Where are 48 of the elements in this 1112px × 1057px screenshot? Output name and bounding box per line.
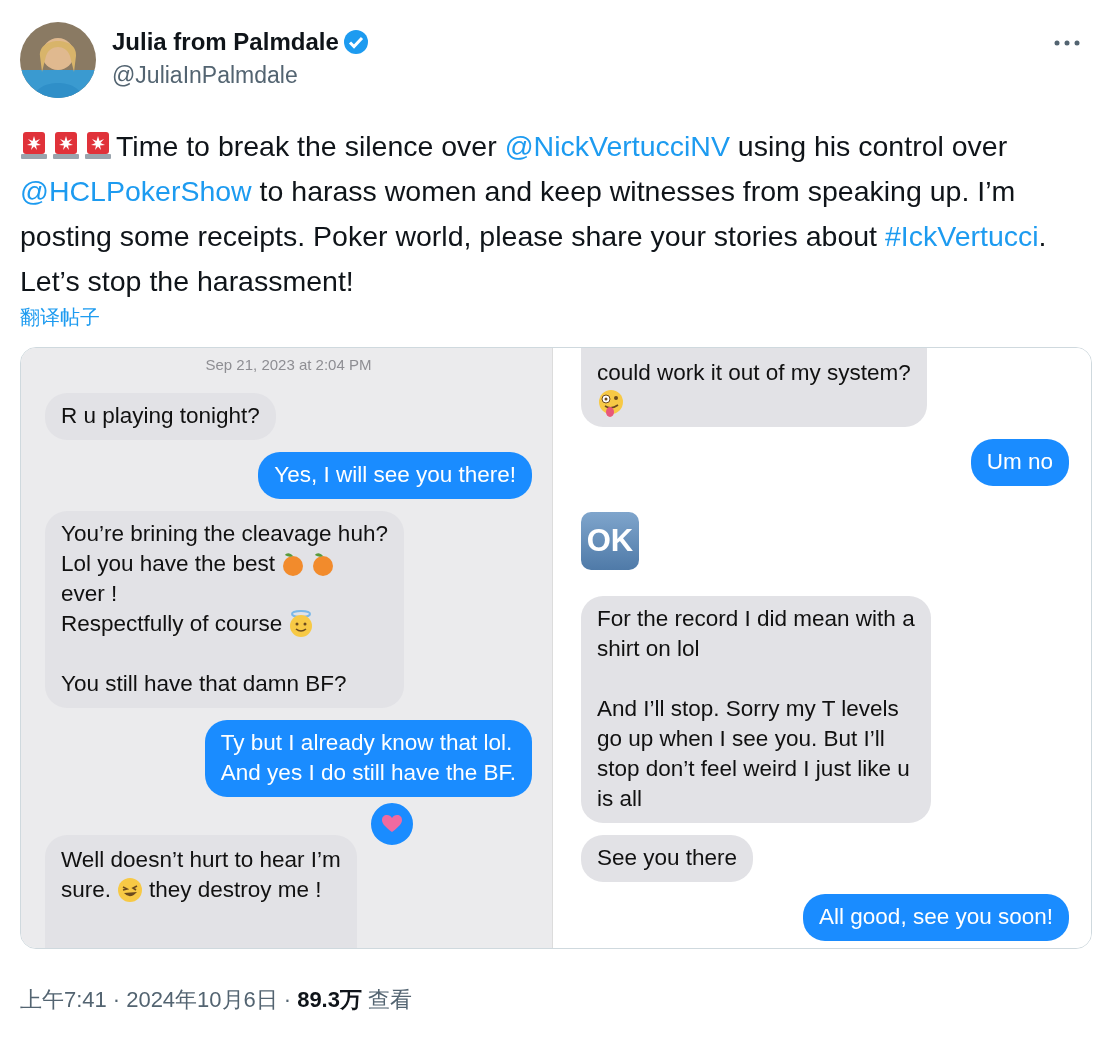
siren-icon [20, 130, 48, 160]
author-handle[interactable]: @JuliaInPalmdale [112, 62, 1038, 89]
footer-text: 上午7:41 [20, 986, 107, 1014]
message-text: shirt on lol [597, 635, 700, 663]
message-text: And I’ll stop. Sorry my T levels [597, 695, 899, 723]
view-count: 89.3万 [297, 986, 362, 1014]
siren-icon [52, 130, 80, 160]
message-text: And yes I do still have the BF. [220, 759, 516, 787]
separator-dot: · [283, 987, 292, 1013]
more-icon[interactable] [1054, 40, 1080, 46]
laughing-face-icon [117, 877, 144, 903]
message-text: All good, see you soon! [819, 903, 1053, 931]
message-text: ever ! [61, 580, 118, 608]
peach-icon [310, 551, 335, 577]
message-timestamp: Sep 21, 2023 at 2:04 PM [205, 356, 372, 373]
message-text: You’re brining the cleavage huh? [61, 520, 388, 548]
separator-dot: · [112, 987, 121, 1013]
message-text: See you there [597, 844, 738, 872]
message-text: could work it out of my system? [597, 359, 911, 387]
media-card[interactable] [20, 347, 1092, 949]
message-text: Respectfully of course [61, 610, 283, 638]
translate-link[interactable]: 翻译帖子 [20, 304, 100, 331]
message-text: R u playing tonight? [61, 402, 260, 430]
message-text: Well doesn’t hurt to hear I’m [61, 846, 341, 874]
hashtag-link[interactable]: #IckVertucci [884, 220, 1039, 252]
footer-text: 2024年10月6日 [126, 986, 278, 1014]
peach-icon [280, 551, 305, 577]
message-text: Ty but I already know that lol. [220, 729, 513, 757]
mention-link[interactable]: @NickVertucciNV [504, 130, 730, 162]
author-name[interactable]: Julia from Palmdale [112, 28, 339, 56]
ok-emoji: OK [581, 512, 639, 570]
zany-face-icon [597, 388, 625, 418]
tweet-text: Time to break the silence over @NickVertucciNV using his control over @HCLPokerShow to harass women and keep witnesses from speaking up. I’m posting some receipts. Poker world, please share your stories about #IckVertucci. Let’s stop the harassment! [20, 129, 1048, 299]
message-text: sure. [61, 876, 112, 904]
message-text: Lol you have the best [61, 550, 275, 578]
message-text: You still have that damn BF? [61, 670, 347, 698]
message-text: they destroy me ! [149, 876, 322, 904]
message-text: stop don’t feel weird I just like u [597, 755, 910, 783]
heart-icon [381, 815, 402, 833]
message-text: Yes, I will see you there! [274, 461, 516, 489]
message-text: Um no [986, 448, 1053, 476]
message-text: go up when I see you. But I’ll [597, 725, 885, 753]
message-text: For the record I did mean with a [597, 605, 915, 633]
smiley-halo-icon [288, 610, 315, 638]
siren-icon [84, 130, 112, 160]
message-text: is all [597, 785, 642, 813]
footer-text: 查看 [367, 986, 412, 1014]
mention-link[interactable]: @HCLPokerShow [20, 175, 252, 207]
